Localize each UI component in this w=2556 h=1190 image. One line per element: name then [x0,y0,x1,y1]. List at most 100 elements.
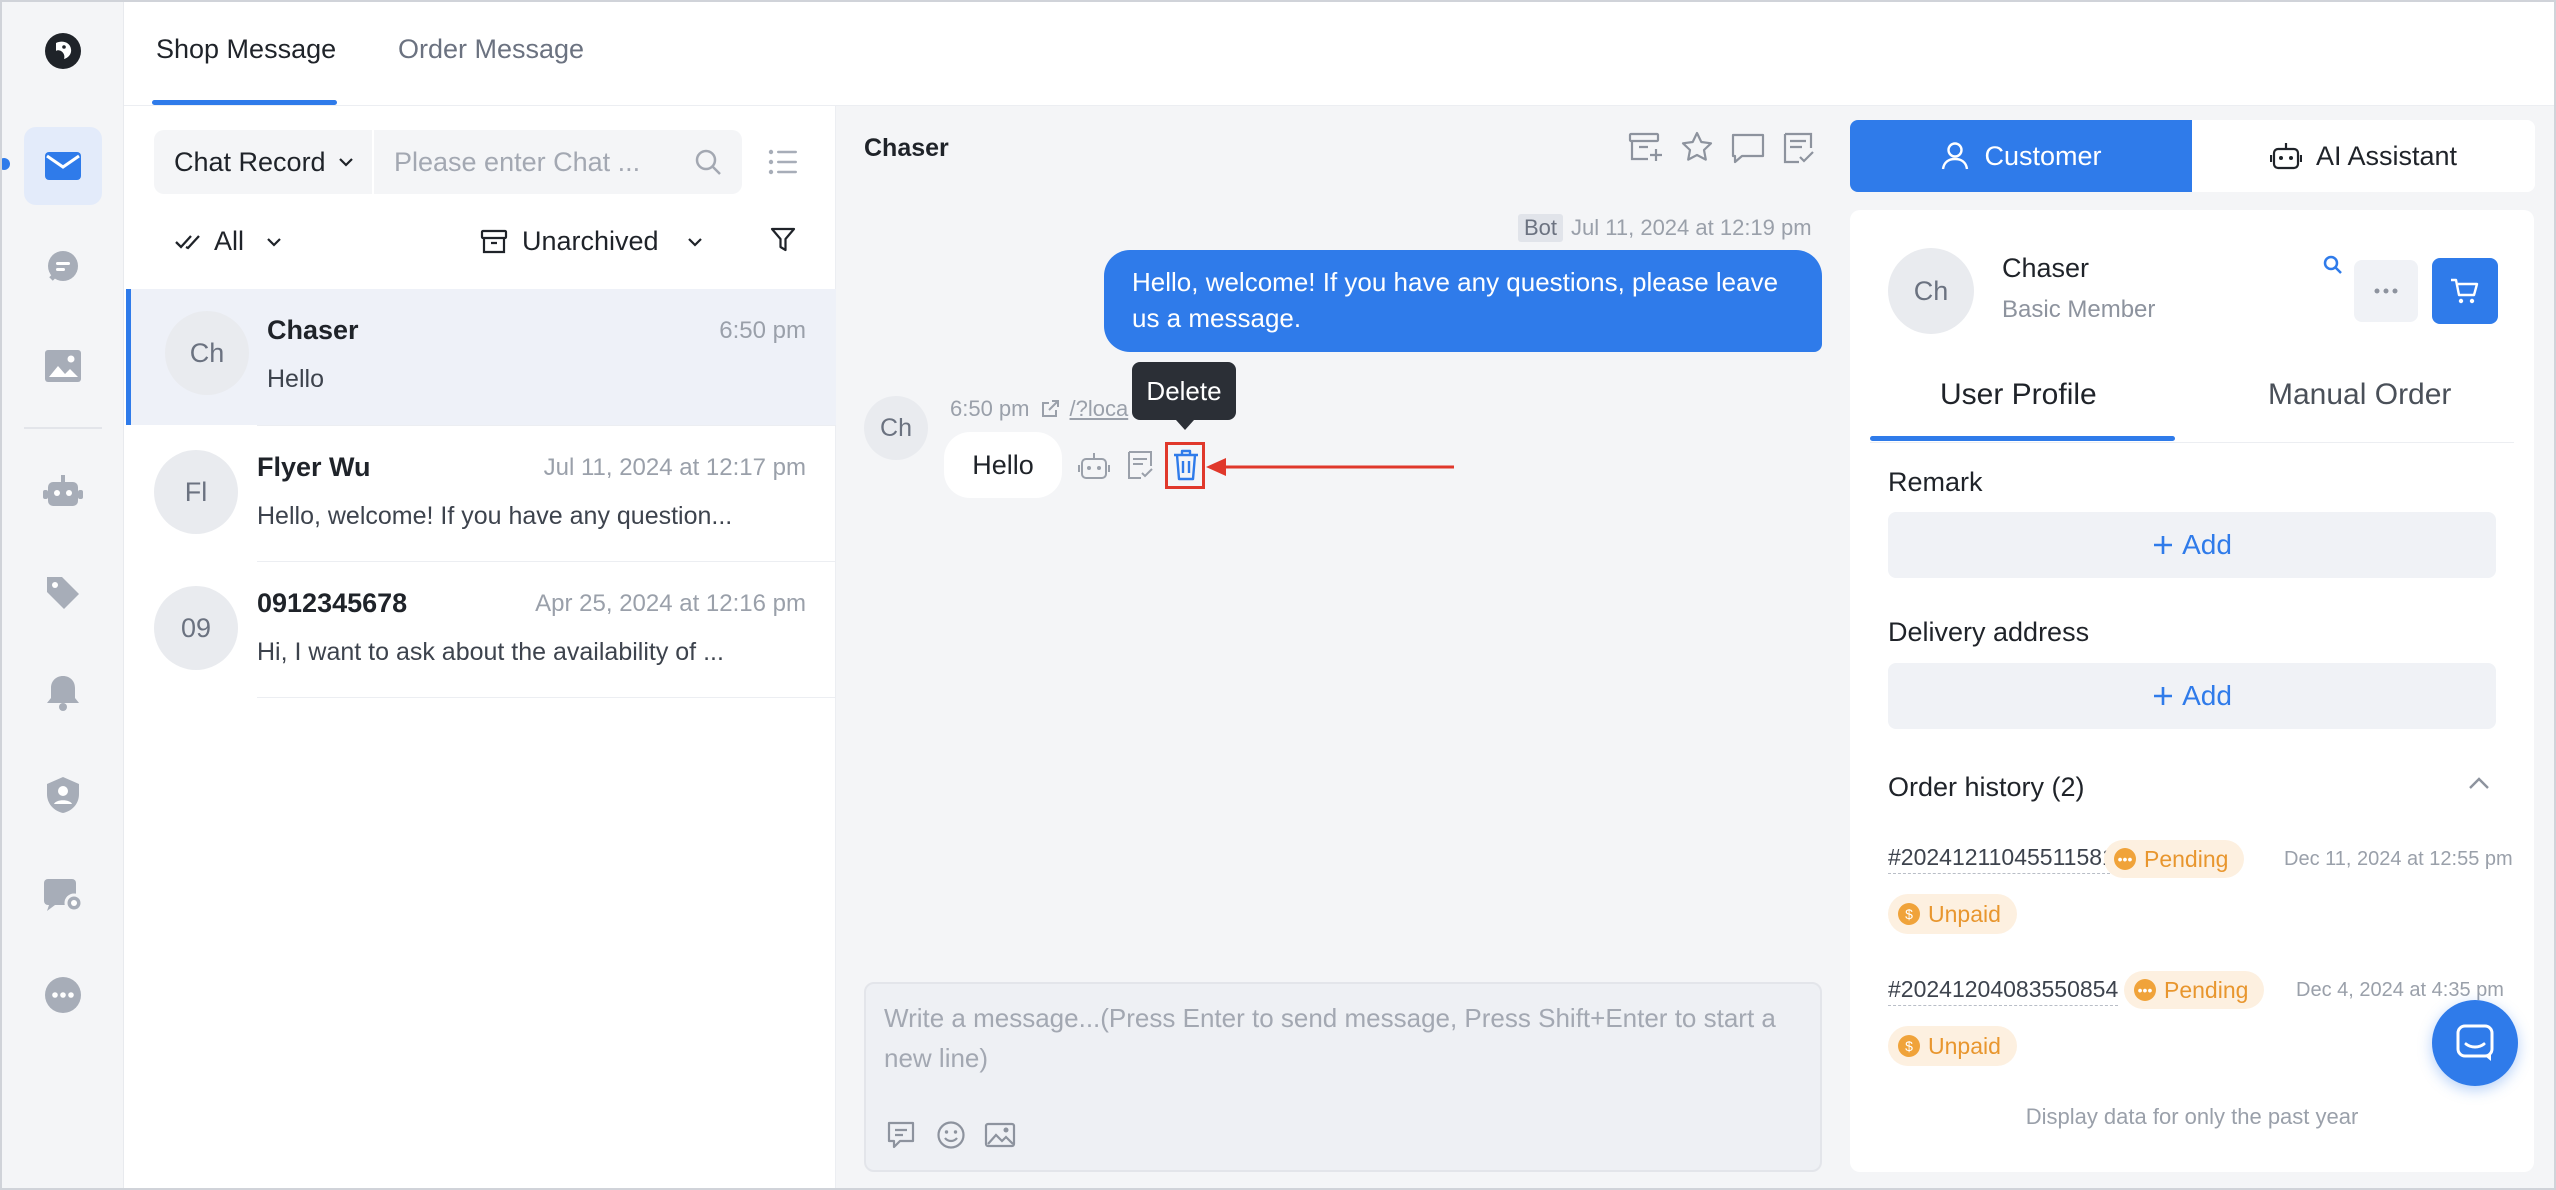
list-view-icon[interactable] [768,148,798,176]
payment-badge: $ Unpaid [1888,894,2017,934]
message-input[interactable]: Write a message...(Press Enter to send m… [884,998,1804,1078]
tooltip-arrow [1176,420,1194,430]
cart-button[interactable] [2432,258,2498,324]
avatar: 09 [154,586,238,670]
status-badge: ••• Pending [2124,971,2265,1009]
active-tab-underline [152,100,337,105]
delete-tooltip: Delete [1132,362,1236,420]
avatar: Ch [1888,248,1974,334]
external-link-icon[interactable] [1040,399,1060,419]
conversation-time: 6:50 pm [719,317,806,344]
order-id-link[interactable]: #20241211045511581 [1888,844,2115,874]
note-check-icon[interactable] [1782,131,1816,165]
chevron-down-icon [338,157,354,167]
active-indicator [2,158,10,170]
tab-shop-message[interactable]: Shop Message [156,34,336,65]
left-rail [2,2,124,1188]
read-filter-dropdown[interactable]: All [174,226,282,257]
order-id-link[interactable]: #20241204083550854 [1888,976,2119,1006]
user-icon [1940,141,1970,171]
chat-bubble-icon [45,249,81,285]
search-scope-label: Chat Record [174,146,326,177]
rail-tags-button[interactable] [24,554,102,632]
rail-comments-button[interactable] [24,228,102,306]
rail-chat-settings-button[interactable] [24,856,102,934]
quick-reply-icon[interactable] [886,1120,916,1150]
rail-separator [24,427,102,429]
chevron-up-icon[interactable] [2468,776,2490,790]
rail-notifications-button[interactable] [24,654,102,732]
rail-messages-button[interactable] [24,127,102,205]
pending-icon: ••• [2114,848,2136,870]
status-label: Pending [2164,976,2249,1003]
add-delivery-label: Add [2182,680,2232,711]
row-divider [257,697,836,698]
avatar: Fl [154,450,238,534]
incoming-message-meta: 6:50 pm /?loca [950,396,1128,422]
segment-customer[interactable]: Customer [1850,120,2192,192]
tab-order-message[interactable]: Order Message [398,34,584,65]
search-scope-select[interactable]: Chat Record [154,130,374,194]
parrot-logo-icon[interactable] [44,32,82,70]
user-search-icon[interactable] [2322,254,2344,276]
more-options-button[interactable] [2354,260,2418,322]
order-date: Dec 11, 2024 at 12:55 pm [2284,848,2513,870]
segment-ai-assistant[interactable]: AI Assistant [2192,120,2535,192]
search-icon[interactable] [694,148,722,176]
segment-ai-label: AI Assistant [2315,140,2458,171]
conversation-item-0912345678[interactable]: 09 0912345678 Apr 25, 2024 at 12:16 pm H… [126,562,836,698]
payment-label: Unpaid [1928,900,2001,927]
bot-message-meta: Bot Jul 11, 2024 at 12:19 pm [1518,214,1812,242]
dollar-icon: $ [1898,1035,1920,1057]
image-upload-icon[interactable] [984,1122,1016,1148]
robot-icon [2269,142,2302,170]
incoming-message-time: 6:50 pm [950,396,1030,421]
rail-bot-button[interactable] [24,452,102,530]
help-chat-button[interactable] [2432,1000,2518,1086]
tab-manual-order[interactable]: Manual Order [2268,378,2451,412]
avatar: Ch [165,311,249,395]
note-icon[interactable] [1126,450,1154,480]
trash-icon[interactable] [1172,449,1200,481]
payment-label: Unpaid [1928,1032,2001,1059]
tab-user-profile[interactable]: User Profile [1940,378,2097,412]
conversation-time: Apr 25, 2024 at 12:16 pm [535,590,806,617]
chat-widget-icon [2455,1023,2495,1063]
app-window: Shop Message Order Message Chat Record P… [0,0,2556,1190]
source-link[interactable]: /?loca [1070,396,1129,422]
rail-media-button[interactable] [24,327,102,405]
outgoing-message-bubble: Hello, welcome! If you have any question… [1104,250,1822,352]
search-input[interactable]: Please enter Chat ... [394,147,640,178]
add-remark-button[interactable]: Add [1888,512,2496,578]
chat-settings-icon [43,877,83,913]
star-icon[interactable] [1680,130,1714,164]
subtab-divider [1870,442,2514,443]
footer-note: Display data for only the past year [2025,1104,2359,1129]
emoji-icon[interactable] [936,1120,966,1150]
conversation-preview: Hi, I want to ask about the availability… [257,638,724,666]
chevron-down-icon [266,237,282,247]
rail-contacts-button[interactable] [24,756,102,834]
search-bar: Chat Record Please enter Chat ... [154,130,742,194]
archive-add-icon[interactable] [1628,131,1664,163]
read-filter-label: All [214,226,245,256]
mail-icon [44,151,82,181]
comment-icon[interactable] [1730,132,1766,164]
payment-badge: $ Unpaid [1888,1026,2017,1066]
segment-customer-label: Customer [1984,140,2102,171]
conversation-item-flyer-wu[interactable]: Fl Flyer Wu Jul 11, 2024 at 12:17 pm Hel… [126,426,836,562]
order-date: Dec 4, 2024 at 4:35 pm [2296,979,2504,1001]
filter-funnel-icon[interactable] [770,226,796,254]
image-icon [44,349,82,383]
rail-more-button[interactable] [24,956,102,1034]
conversation-preview: Hello, welcome! If you have any question… [257,502,733,530]
robot-icon[interactable] [1078,452,1110,480]
add-delivery-address-button[interactable]: Add [1888,663,2496,729]
bell-icon [45,674,81,712]
pending-icon: ••• [2134,979,2156,1001]
status-label: Pending [2144,845,2229,872]
conversation-item-chaser[interactable]: Ch Chaser 6:50 pm Hello [126,289,836,425]
archive-filter-dropdown[interactable]: Unarchived [480,226,703,257]
delivery-address-title: Delivery address [1888,617,2090,647]
message-composer[interactable]: Write a message...(Press Enter to send m… [864,982,1822,1172]
